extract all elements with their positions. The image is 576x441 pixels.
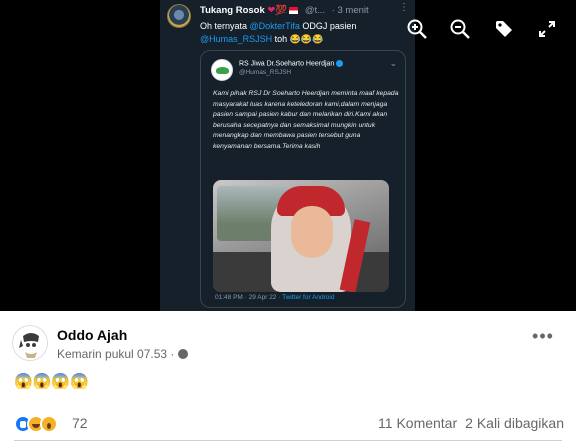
fullscreen-icon (539, 21, 555, 37)
tweet-screenshot: Tukang Rosok ❤💯 @t... · 3 menit ⋮ Oh ter… (160, 0, 415, 311)
tweet-mention-humas: @Humas_RSJSH (200, 34, 273, 44)
quoted-account-name-text: RS Jiwa Dr.Soeharto Heerdjan (239, 60, 335, 68)
tweet-author-name: Tukang Rosok (200, 5, 265, 16)
quoted-account-handle: @Humas_RSJSH (239, 69, 292, 76)
tweet-time: · 3 menit (331, 5, 369, 16)
tweet-header: Tukang Rosok ❤💯 @t... · 3 menit (200, 5, 409, 16)
zoom-out-icon (450, 19, 470, 39)
cartoon-avatar-icon (14, 327, 47, 360)
quoted-tweet-timestamp: 01:48 PM · 29 Apr 22 · (215, 294, 283, 301)
reaction-count[interactable]: 72 (72, 415, 88, 431)
tag-icon (496, 21, 512, 37)
comment-count-link[interactable]: 11 Komentar (378, 415, 457, 431)
globe-icon (178, 349, 189, 359)
post-timestamp[interactable]: Kemarin pukul 07.53 · (57, 347, 189, 361)
hospital-logo-avatar (211, 59, 233, 81)
quoted-tweet-card: RS Jiwa Dr.Soeharto Heerdjan @Humas_RSJS… (200, 50, 406, 308)
face (291, 206, 333, 258)
quoted-tweet-photo (213, 180, 389, 292)
zoom-in-button[interactable] (401, 13, 433, 45)
fullscreen-button[interactable] (531, 13, 563, 45)
indonesia-flag-icon (289, 6, 299, 14)
post-stats: 11 Komentar 2 Kali dibagikan (378, 415, 564, 431)
verified-badge-icon (336, 60, 344, 67)
quoted-more-icon: ⌄ (389, 58, 397, 68)
photo-viewer: Tukang Rosok ❤💯 @t... · 3 menit ⋮ Oh ter… (0, 0, 576, 311)
zoom-out-button[interactable] (444, 13, 476, 45)
facebook-post: Oddo Ajah Kemarin pukul 07.53 · ••• 😱😱😱😱… (0, 311, 576, 441)
quoted-account-name: RS Jiwa Dr.Soeharto Heerdjan (239, 60, 344, 68)
tag-button[interactable] (488, 13, 520, 45)
tweet-text-prefix: Oh ternyata (200, 21, 250, 31)
tweet-author-avatar (167, 4, 191, 28)
zoom-in-icon (407, 19, 427, 39)
share-count-link[interactable]: 2 Kali dibagikan (465, 415, 564, 431)
post-text: 😱😱😱😱 (14, 373, 89, 390)
author-avatar[interactable] (12, 325, 48, 361)
post-timestamp-text[interactable]: Kemarin pukul 07.53 · (57, 347, 174, 361)
post-author-name[interactable]: Oddo Ajah (57, 327, 127, 343)
wow-reaction-icon (40, 415, 58, 433)
tweet-more-icon: ⋮ (399, 2, 409, 13)
more-options-button[interactable]: ••• (530, 327, 556, 355)
quoted-tweet-footer: 01:48 PM · 29 Apr 22 · Twitter for Andro… (215, 294, 334, 301)
tweet-author-handle: @t... (304, 5, 326, 16)
quoted-tweet-app: Twitter for Android (282, 294, 335, 301)
tweet-text-suffix: toh 😂😂😂 (272, 34, 324, 44)
tweet-mention-doktertifa: @DokterTifa (249, 21, 300, 31)
hundred-points-icon: 💯 (275, 5, 288, 16)
tweet-text: Oh ternyata @DokterTifa ODGJ pasien @Hum… (200, 20, 405, 46)
tweet-text-middle: ODGJ pasien (299, 21, 357, 31)
quoted-tweet-body: Kami pihak RSJ Dr Soeharto Heerdjan memi… (213, 90, 399, 150)
